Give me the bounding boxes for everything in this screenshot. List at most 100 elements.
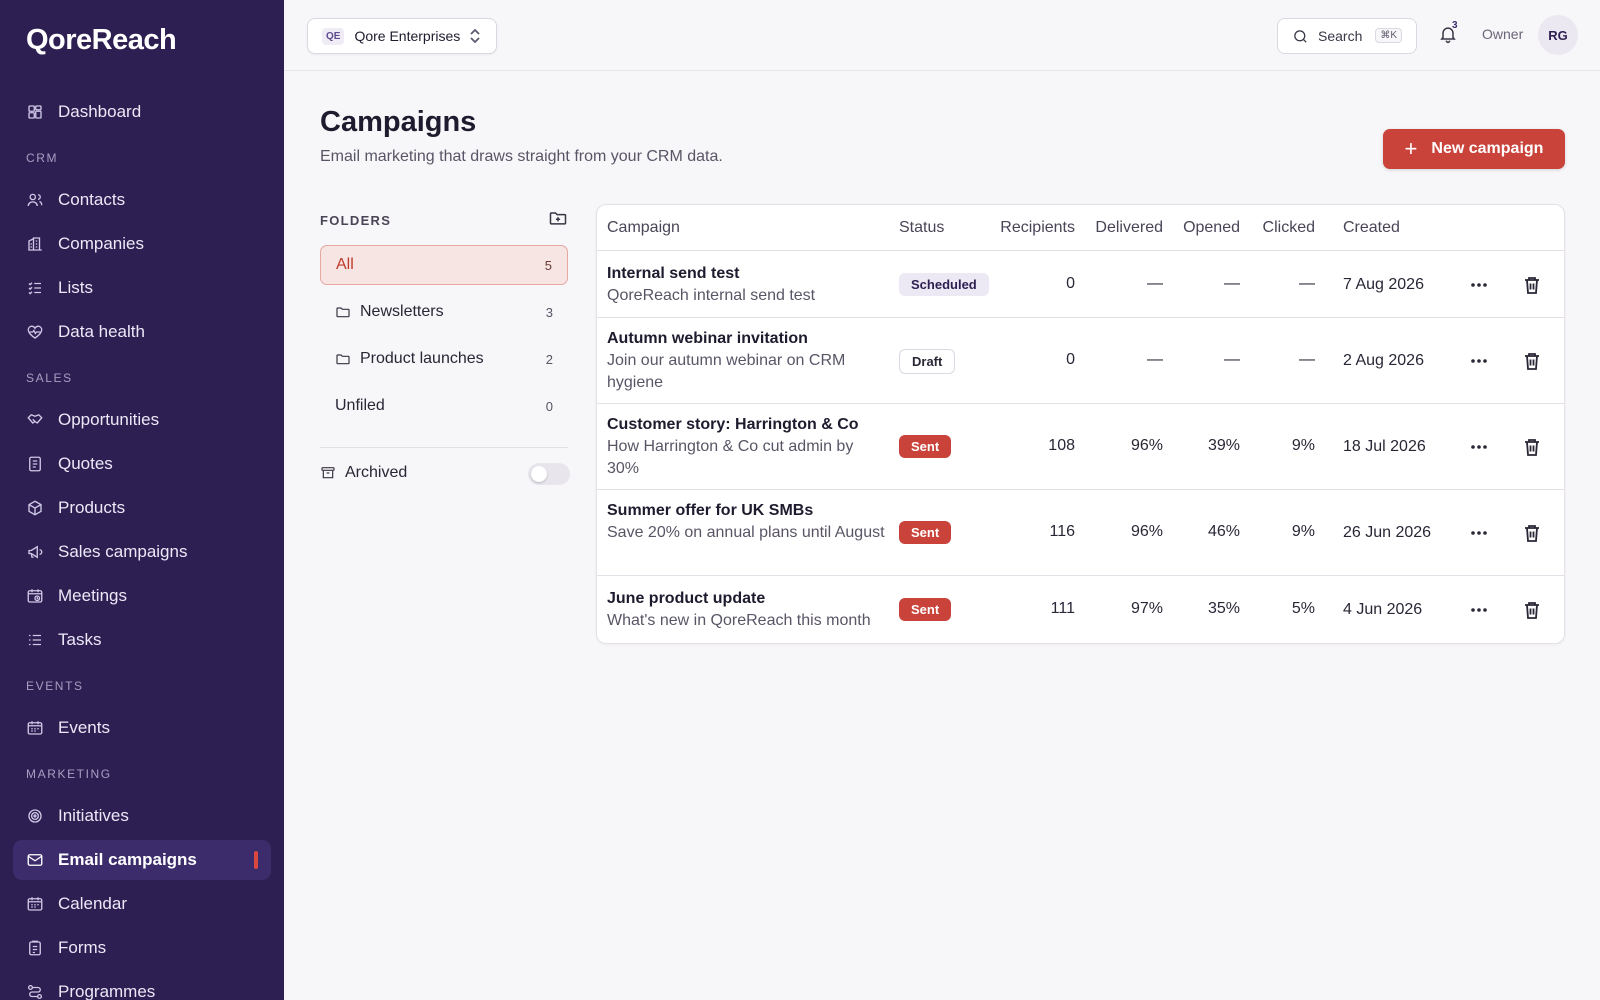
archived-toggle[interactable]: [528, 463, 570, 485]
sidebar-item-data-health[interactable]: Data health: [13, 312, 271, 352]
sidebar-item-label: Email campaigns: [58, 850, 197, 869]
clipboard-icon: [26, 939, 44, 957]
sidebar-item-label: Initiatives: [58, 806, 129, 825]
sidebar-item-email-campaigns[interactable]: Email campaigns: [13, 840, 271, 880]
status-badge: Sent: [899, 435, 952, 458]
column-header-clicked[interactable]: Clicked: [1195, 219, 1315, 237]
sidebar-item-forms[interactable]: Forms: [13, 928, 271, 968]
avatar[interactable]: RG: [1538, 15, 1578, 55]
column-header-created[interactable]: Created: [1343, 219, 1400, 237]
sidebar-section-marketing: MARKETING: [26, 767, 112, 781]
folder-icon: [335, 351, 351, 367]
page-title: Campaigns: [320, 106, 477, 138]
more-options-icon[interactable]: [1469, 437, 1489, 457]
org-badge: QE: [322, 27, 345, 45]
target-icon: [26, 807, 44, 825]
campaign-cell[interactable]: June product update What's new in QoreRea…: [607, 588, 887, 632]
campaign-name: June product update: [607, 590, 766, 607]
folder-add-icon[interactable]: [548, 208, 568, 233]
cell-created: 4 Jun 2026: [1343, 601, 1423, 618]
sidebar-item-companies[interactable]: Companies: [13, 224, 271, 264]
cell-created: 26 Jun 2026: [1343, 524, 1432, 541]
folder-label: All: [336, 256, 354, 273]
cell-recipients: 0: [1066, 274, 1075, 292]
sidebar-section-events: EVENTS: [26, 679, 84, 693]
table-row[interactable]: Internal send test QoreReach internal sen…: [597, 251, 1564, 318]
column-header-status[interactable]: Status: [899, 219, 944, 237]
trash-icon[interactable]: [1523, 437, 1541, 457]
campaign-cell[interactable]: Autumn webinar invitation Join our autumn…: [607, 328, 887, 394]
sidebar-item-events[interactable]: Events: [13, 708, 271, 748]
folder-label: Newsletters: [360, 303, 444, 320]
sidebar-item-dashboard[interactable]: Dashboard: [13, 92, 271, 132]
column-header-campaign[interactable]: Campaign: [607, 219, 680, 237]
sidebar-item-lists[interactable]: Lists: [13, 268, 271, 308]
brand-logo[interactable]: QoreReach: [26, 24, 177, 57]
sidebar-item-label: Forms: [58, 938, 107, 957]
cell-recipients: 108: [1048, 437, 1075, 454]
sidebar-item-sales-campaigns[interactable]: Sales campaigns: [13, 532, 271, 572]
search-shortcut: ⌘K: [1375, 28, 1402, 43]
folder-item-product-launches[interactable]: Product launches 2: [320, 339, 568, 379]
sidebar-item-label: Companies: [58, 234, 144, 253]
campaign-cell[interactable]: Internal send test QoreReach internal sen…: [607, 263, 887, 307]
more-options-icon[interactable]: [1469, 600, 1489, 620]
sidebar-item-label: Products: [58, 498, 126, 517]
sidebar-item-opportunities[interactable]: Opportunities: [13, 400, 271, 440]
folder-label: Product launches: [360, 350, 484, 367]
sidebar-nav: Dashboard CRM Contacts Companies Lists Data h…: [13, 92, 271, 1000]
more-options-icon[interactable]: [1469, 523, 1489, 543]
sidebar-item-calendar[interactable]: Calendar: [13, 884, 271, 924]
sidebar-item-label: Meetings: [58, 586, 127, 605]
sidebar-item-contacts[interactable]: Contacts: [13, 180, 271, 220]
sidebar-item-tasks[interactable]: Tasks: [13, 620, 271, 660]
trash-icon[interactable]: [1523, 523, 1541, 543]
folder-item-all[interactable]: All 5: [320, 245, 568, 285]
sidebar-item-programmes[interactable]: Programmes: [13, 972, 271, 1000]
sidebar-item-products[interactable]: Products: [13, 488, 271, 528]
campaign-name: Customer story: Harrington & Co: [607, 416, 859, 433]
cell-clicked: 5%: [1291, 600, 1315, 617]
folder-label: Unfiled: [335, 397, 385, 414]
table-row[interactable]: Autumn webinar invitation Join our autumn…: [597, 318, 1564, 404]
campaign-description: How Harrington & Co cut admin by 30%: [607, 438, 854, 477]
quote-doc-icon: [26, 455, 44, 473]
more-options-icon[interactable]: [1469, 275, 1489, 295]
table-row[interactable]: Summer offer for UK SMBs Save 20% on annu…: [597, 490, 1564, 576]
sidebar-section-crm: CRM: [26, 151, 59, 165]
sidebar-item-label: Calendar: [58, 894, 127, 913]
new-campaign-button[interactable]: + New campaign: [1383, 129, 1565, 169]
trash-icon[interactable]: [1523, 351, 1541, 371]
folder-item-unfiled[interactable]: Unfiled 0: [320, 386, 568, 426]
trash-icon[interactable]: [1523, 600, 1541, 620]
campaign-cell[interactable]: Summer offer for UK SMBs Save 20% on annu…: [607, 500, 887, 544]
org-switcher[interactable]: QE Qore Enterprises: [307, 18, 497, 54]
sidebar-section-sales: SALES: [26, 371, 73, 385]
sidebar-item-initiatives[interactable]: Initiatives: [13, 796, 271, 836]
campaign-description: What's new in QoreReach this month: [607, 612, 871, 629]
folder-item-newsletters[interactable]: Newsletters 3: [320, 292, 568, 332]
status-badge: Sent: [899, 521, 952, 544]
campaign-description: Join our autumn webinar on CRM hygiene: [607, 352, 846, 391]
sidebar-item-label: Dashboard: [58, 102, 142, 121]
campaign-cell[interactable]: Customer story: Harrington & Co How Harri…: [607, 414, 887, 480]
folder-count: 2: [545, 351, 553, 367]
dashboard-icon: [26, 103, 44, 121]
sidebar-item-quotes[interactable]: Quotes: [13, 444, 271, 484]
toggle-knob: [531, 466, 547, 482]
chevron-up-down-icon: [468, 28, 482, 44]
table-row[interactable]: Customer story: Harrington & Co How Harri…: [597, 404, 1564, 490]
cell-clicked: 9%: [1291, 437, 1315, 454]
campaign-name: Summer offer for UK SMBs: [607, 502, 814, 519]
table-row[interactable]: June product update What's new in QoreRea…: [597, 576, 1564, 643]
archive-icon: [320, 465, 336, 481]
notification-count: 3: [1452, 20, 1458, 31]
sidebar-item-meetings[interactable]: Meetings: [13, 576, 271, 616]
calendar-icon: [26, 895, 44, 913]
search-button[interactable]: Search ⌘K: [1277, 18, 1417, 54]
trash-icon[interactable]: [1523, 275, 1541, 295]
sidebar-item-label: Programmes: [58, 982, 156, 1000]
more-options-icon[interactable]: [1469, 351, 1489, 371]
archived-label: Archived: [345, 464, 408, 481]
contacts-icon: [26, 191, 44, 209]
